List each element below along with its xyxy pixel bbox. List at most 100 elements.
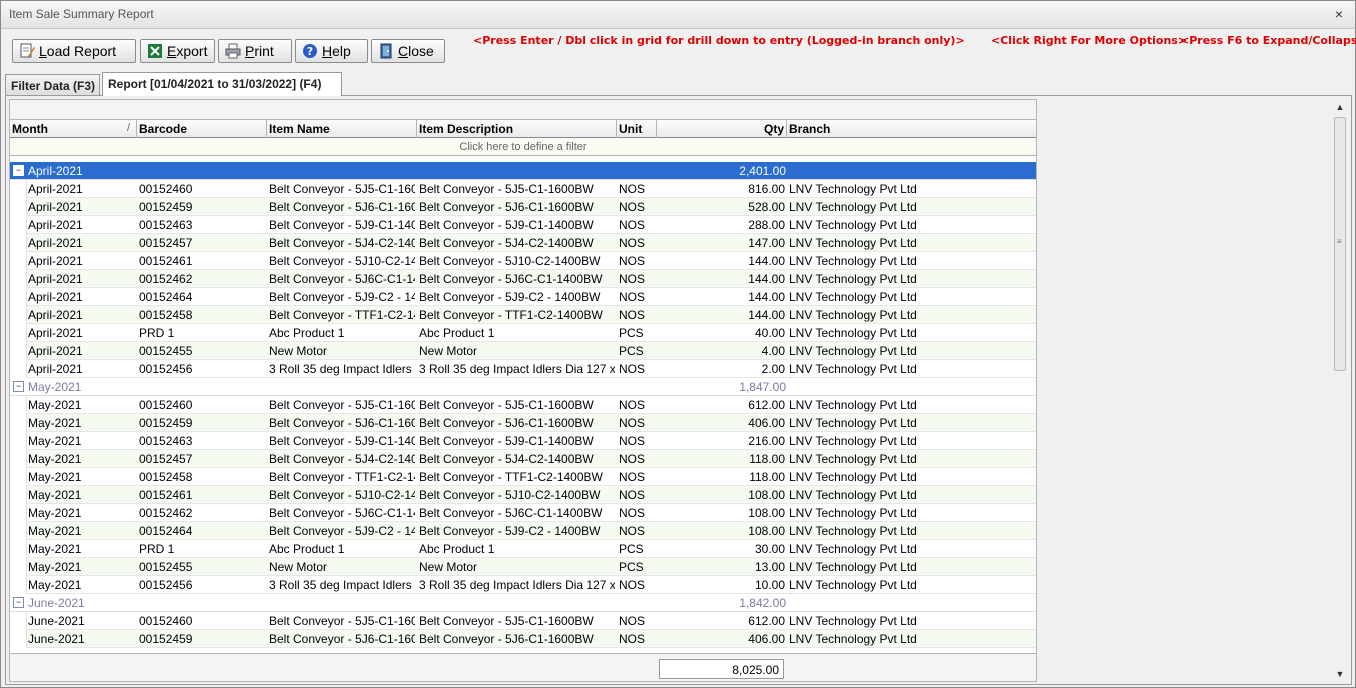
column-header-branch[interactable]: Branch — [787, 120, 1036, 138]
cell-item-description: Belt Conveyor - 5J6-C1-1600BW — [419, 200, 594, 214]
cell-branch: LNV Technology Pvt Ltd — [789, 470, 917, 484]
scroll-up-icon[interactable]: ▲ — [1332, 99, 1348, 115]
column-header-month[interactable]: Month / — [10, 120, 137, 138]
scroll-down-icon[interactable]: ▼ — [1332, 666, 1348, 682]
cell-item-name: New Motor — [269, 560, 328, 574]
table-row[interactable]: April-2021 00152460 Belt Conveyor - 5J5-C1… — [10, 180, 1036, 198]
table-row[interactable]: June-2021 00152460 Belt Conveyor - 5J5-C1-… — [10, 612, 1036, 630]
column-header-item-description[interactable]: Item Description — [417, 120, 617, 138]
cell-unit: NOS — [619, 470, 646, 484]
cell-qty: 13.00 — [754, 560, 785, 574]
tab-report[interactable]: Report [01/04/2021 to 31/03/2022] (F4) — [102, 72, 342, 96]
group-by-panel[interactable] — [10, 100, 1036, 120]
table-row[interactable]: April-2021 PRD 1 Abc Product 1 Abc Product … — [10, 324, 1036, 342]
cell-item-description: Belt Conveyor - 5J10-C2-1400BW — [419, 488, 601, 502]
sort-indicator-icon: / — [126, 122, 130, 134]
cell-month: May-2021 — [28, 398, 82, 412]
cell-item-name: Belt Conveyor - 5J10-C2-140... — [269, 254, 415, 268]
cell-branch: LNV Technology Pvt Ltd — [789, 506, 917, 520]
cell-item-name: 3 Roll 35 deg Impact Idlers Di — [269, 578, 415, 592]
cell-qty: 612.00 — [748, 614, 785, 628]
collapse-toggle-icon[interactable]: − — [13, 165, 24, 176]
cell-month: April-2021 — [28, 200, 83, 214]
cell-branch: LNV Technology Pvt Ltd — [789, 236, 917, 250]
table-row[interactable]: April-2021 00152461 Belt Conveyor - 5J10-C… — [10, 252, 1036, 270]
cell-unit: NOS — [619, 182, 646, 196]
cell-qty: 30.00 — [754, 542, 785, 556]
group-row[interactable]: − June-2021 1,842.00 — [10, 594, 1036, 612]
table-row[interactable]: May-2021 00152461 Belt Conveyor - 5J10-C2-… — [10, 486, 1036, 504]
collapse-toggle-icon[interactable]: − — [13, 597, 24, 608]
table-row[interactable]: April-2021 00152457 Belt Conveyor - 5J4-C2… — [10, 234, 1036, 252]
cell-item-description: Belt Conveyor - 5J10-C2-1400BW — [419, 254, 601, 268]
cell-item-description: Belt Conveyor - 5J6-C1-1600BW — [419, 632, 594, 646]
cell-qty: 216.00 — [748, 434, 785, 448]
cell-unit: PCS — [619, 560, 644, 574]
cell-item-description: Belt Conveyor - 5J4-C2-1400BW — [419, 236, 594, 250]
cell-item-description: Belt Conveyor - 5J5-C1-1600BW — [419, 398, 594, 412]
cell-qty: 406.00 — [748, 416, 785, 430]
column-header-barcode[interactable]: Barcode — [137, 120, 267, 138]
window-title: Item Sale Summary Report — [9, 7, 154, 21]
table-row[interactable]: May-2021 00152455 New Motor New Motor PCS 13.… — [10, 558, 1036, 576]
table-row[interactable]: June-2021 00152459 Belt Conveyor - 5J6-C1-… — [10, 630, 1036, 648]
table-row[interactable]: April-2021 00152464 Belt Conveyor - 5J9-C2… — [10, 288, 1036, 306]
table-row[interactable]: May-2021 00152458 Belt Conveyor - TTF1-C2-… — [10, 468, 1036, 486]
export-button[interactable]: Export — [140, 39, 215, 63]
cell-branch: LNV Technology Pvt Ltd — [789, 524, 917, 538]
table-row[interactable]: April-2021 00152458 Belt Conveyor - TTF1-C… — [10, 306, 1036, 324]
grid-rows: − April-2021 2,401.00 April-2021 00152460 Bel… — [10, 162, 1036, 648]
cell-qty: 108.00 — [748, 488, 785, 502]
help-button[interactable]: ? Help — [295, 39, 368, 63]
window-close-icon[interactable]: × — [1331, 5, 1347, 23]
cell-item-name: Abc Product 1 — [269, 542, 345, 556]
printer-icon — [225, 43, 241, 59]
vertical-scrollbar[interactable]: ▲ ≡ ▼ — [1332, 99, 1348, 682]
scroll-thumb[interactable]: ≡ — [1334, 117, 1346, 371]
cell-item-name: Belt Conveyor - 5J6-C1-1600... — [269, 200, 415, 214]
table-row[interactable]: April-2021 00152459 Belt Conveyor - 5J6-C1… — [10, 198, 1036, 216]
group-row[interactable]: − May-2021 1,847.00 — [10, 378, 1036, 396]
load-report-icon — [19, 43, 35, 59]
table-row[interactable]: May-2021 00152456 3 Roll 35 deg Impact Idl… — [10, 576, 1036, 594]
column-header-qty[interactable]: Qty — [657, 120, 787, 138]
report-grid[interactable]: Month / Barcode Item Name Item Descripti… — [9, 99, 1037, 682]
table-row[interactable]: April-2021 00152462 Belt Conveyor - 5J6C-C… — [10, 270, 1036, 288]
group-qty-total: 2,401.00 — [739, 164, 786, 178]
close-button[interactable]: Close — [371, 39, 445, 63]
cell-item-description: 3 Roll 35 deg Impact Idlers Dia 127 x di… — [419, 578, 615, 592]
group-row[interactable]: − April-2021 2,401.00 — [10, 162, 1036, 180]
column-header-unit[interactable]: Unit — [617, 120, 657, 138]
cell-barcode: 00152463 — [139, 434, 193, 448]
table-row[interactable]: May-2021 00152460 Belt Conveyor - 5J5-C1-1… — [10, 396, 1036, 414]
table-row[interactable]: April-2021 00152455 New Motor New Motor PCS 4… — [10, 342, 1036, 360]
cell-qty: 144.00 — [748, 272, 785, 286]
cell-month: May-2021 — [28, 488, 82, 502]
cell-item-name: Belt Conveyor - 5J6-C1-1600... — [269, 632, 415, 646]
table-row[interactable]: May-2021 00152464 Belt Conveyor - 5J9-C2 -… — [10, 522, 1036, 540]
table-row[interactable]: May-2021 00152459 Belt Conveyor - 5J6-C1-1… — [10, 414, 1036, 432]
collapse-toggle-icon[interactable]: − — [13, 381, 24, 392]
table-row[interactable]: May-2021 PRD 1 Abc Product 1 Abc Product 1 P… — [10, 540, 1036, 558]
excel-icon — [147, 43, 163, 59]
cell-unit: NOS — [619, 362, 646, 376]
tab-filter-data[interactable]: Filter Data (F3) — [5, 74, 100, 96]
print-button[interactable]: Print — [218, 39, 292, 63]
group-name: June-2021 — [28, 596, 85, 610]
table-row[interactable]: May-2021 00152462 Belt Conveyor - 5J6C-C1-… — [10, 504, 1036, 522]
table-row[interactable]: May-2021 00152463 Belt Conveyor - 5J9-C1-1… — [10, 432, 1036, 450]
cell-branch: LNV Technology Pvt Ltd — [789, 632, 917, 646]
table-row[interactable]: May-2021 00152457 Belt Conveyor - 5J4-C2-1… — [10, 450, 1036, 468]
cell-barcode: 00152455 — [139, 560, 193, 574]
cell-item-description: New Motor — [419, 560, 478, 574]
cell-item-name: Belt Conveyor - 5J4-C2-1400... — [269, 236, 415, 250]
filter-row[interactable]: Click here to define a filter — [10, 138, 1036, 156]
table-row[interactable]: April-2021 00152463 Belt Conveyor - 5J9-C1… — [10, 216, 1036, 234]
table-row[interactable]: April-2021 00152456 3 Roll 35 deg Impact I… — [10, 360, 1036, 378]
load-report-button[interactable]: Load Report — [12, 39, 136, 63]
cell-month: April-2021 — [28, 182, 83, 196]
cell-item-description: Belt Conveyor - 5J9-C2 - 1400BW — [419, 524, 601, 538]
cell-branch: LNV Technology Pvt Ltd — [789, 182, 917, 196]
cell-branch: LNV Technology Pvt Ltd — [789, 398, 917, 412]
column-header-item-name[interactable]: Item Name — [267, 120, 417, 138]
